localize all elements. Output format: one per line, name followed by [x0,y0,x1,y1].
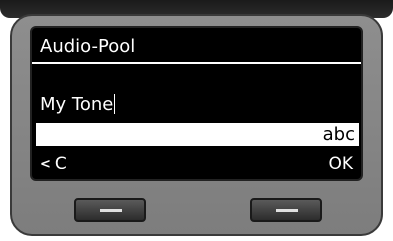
display-screen: Audio-Pool My Tone abc < C OK [30,26,363,181]
title-divider [32,62,361,64]
text-cursor [114,94,116,114]
back-arrow-icon: < [40,156,51,172]
softkey-right-label: OK [328,154,353,174]
softkey-left-delete[interactable]: < C [40,154,67,174]
softkey-left-label: C [54,154,67,174]
left-display-key-button[interactable] [74,198,146,222]
right-display-key-button[interactable] [250,198,322,222]
key-bar-icon [100,209,122,212]
name-entry-field[interactable]: My Tone [40,94,116,115]
entry-text: My Tone [40,94,114,115]
input-mode-bar: abc [36,123,359,146]
input-mode-indicator: abc [322,124,355,145]
screen-title: Audio-Pool [40,36,136,57]
phone-device: Audio-Pool My Tone abc < C OK [0,0,393,241]
key-bar-icon [276,209,298,212]
softkey-right-ok[interactable]: OK [328,154,353,174]
